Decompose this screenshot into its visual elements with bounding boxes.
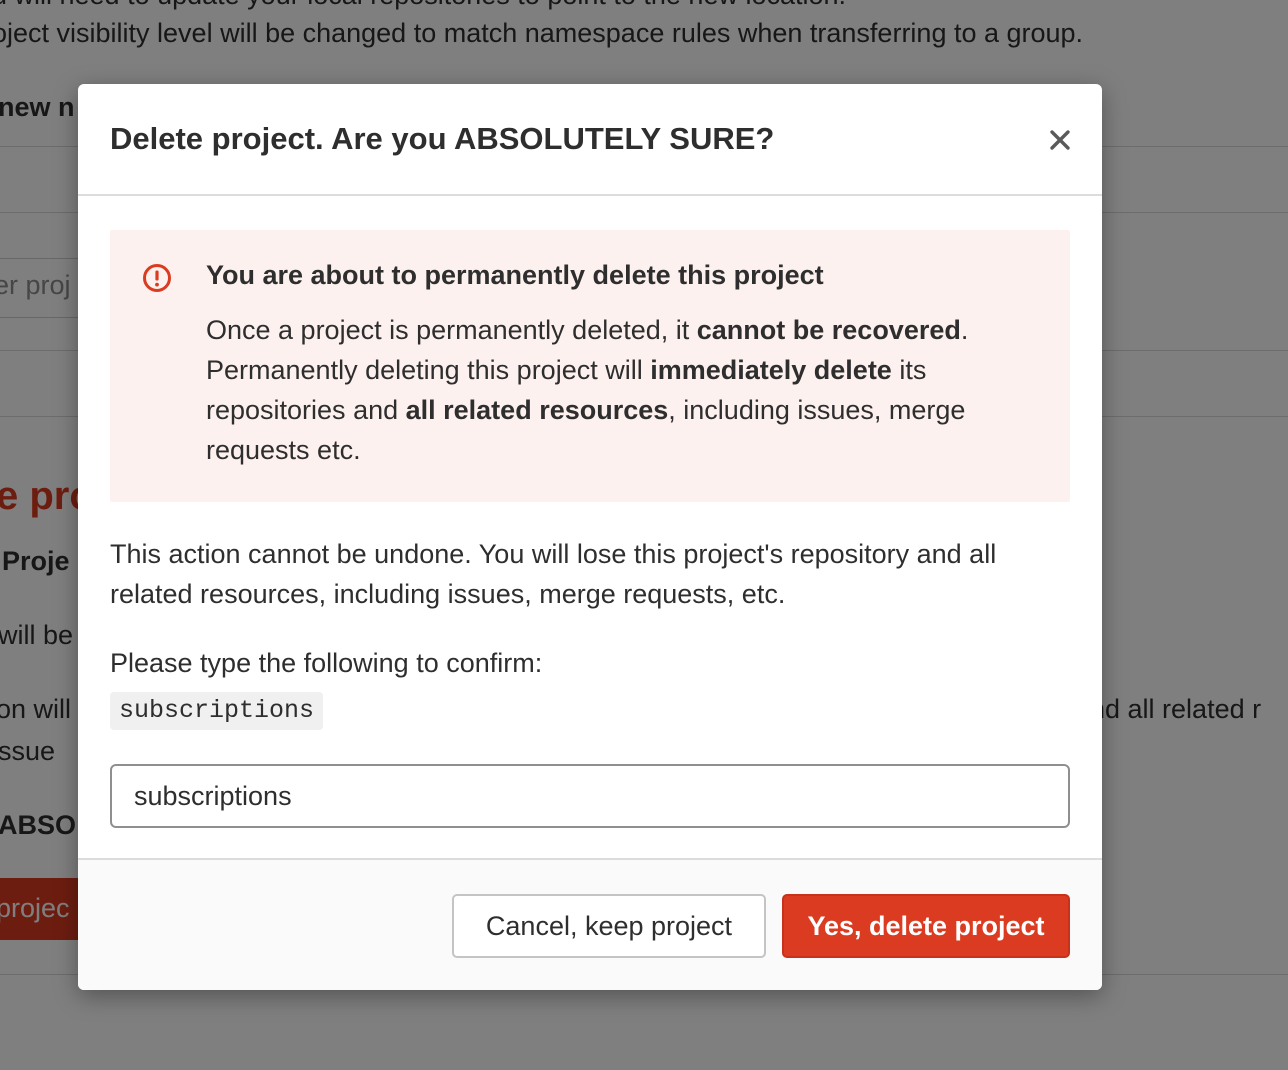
confirm-delete-project-button[interactable]: Yes, delete project	[782, 894, 1070, 958]
modal-header: Delete project. Are you ABSOLUTELY SURE?	[78, 84, 1102, 196]
alert-body-strong: immediately delete	[650, 355, 892, 385]
cancel-keep-project-button[interactable]: Cancel, keep project	[452, 894, 766, 958]
alert-body: Once a project is permanently deleted, i…	[206, 310, 1046, 470]
confirm-label: Please type the following to confirm:	[110, 648, 543, 678]
danger-alert: You are about to permanently delete this…	[110, 230, 1070, 502]
close-button[interactable]	[1036, 120, 1084, 160]
warning-description: This action cannot be undone. You will l…	[110, 539, 997, 609]
alert-body-strong: all related resources	[405, 395, 669, 425]
alert-body-text: Once a project is permanently deleted, i…	[206, 315, 697, 345]
confirm-code: subscriptions	[110, 692, 324, 730]
confirm-project-name-input[interactable]	[110, 764, 1070, 828]
alert-body-strong: cannot be recovered	[696, 315, 961, 345]
error-icon	[143, 264, 171, 292]
modal-footer: Cancel, keep project Yes, delete project	[78, 858, 1102, 990]
close-icon	[1050, 130, 1070, 150]
modal-title: Delete project. Are you ABSOLUTELY SURE?	[110, 121, 775, 156]
delete-project-modal: Delete project. Are you ABSOLUTELY SURE?…	[78, 84, 1102, 990]
alert-title: You are about to permanently delete this…	[206, 260, 824, 290]
